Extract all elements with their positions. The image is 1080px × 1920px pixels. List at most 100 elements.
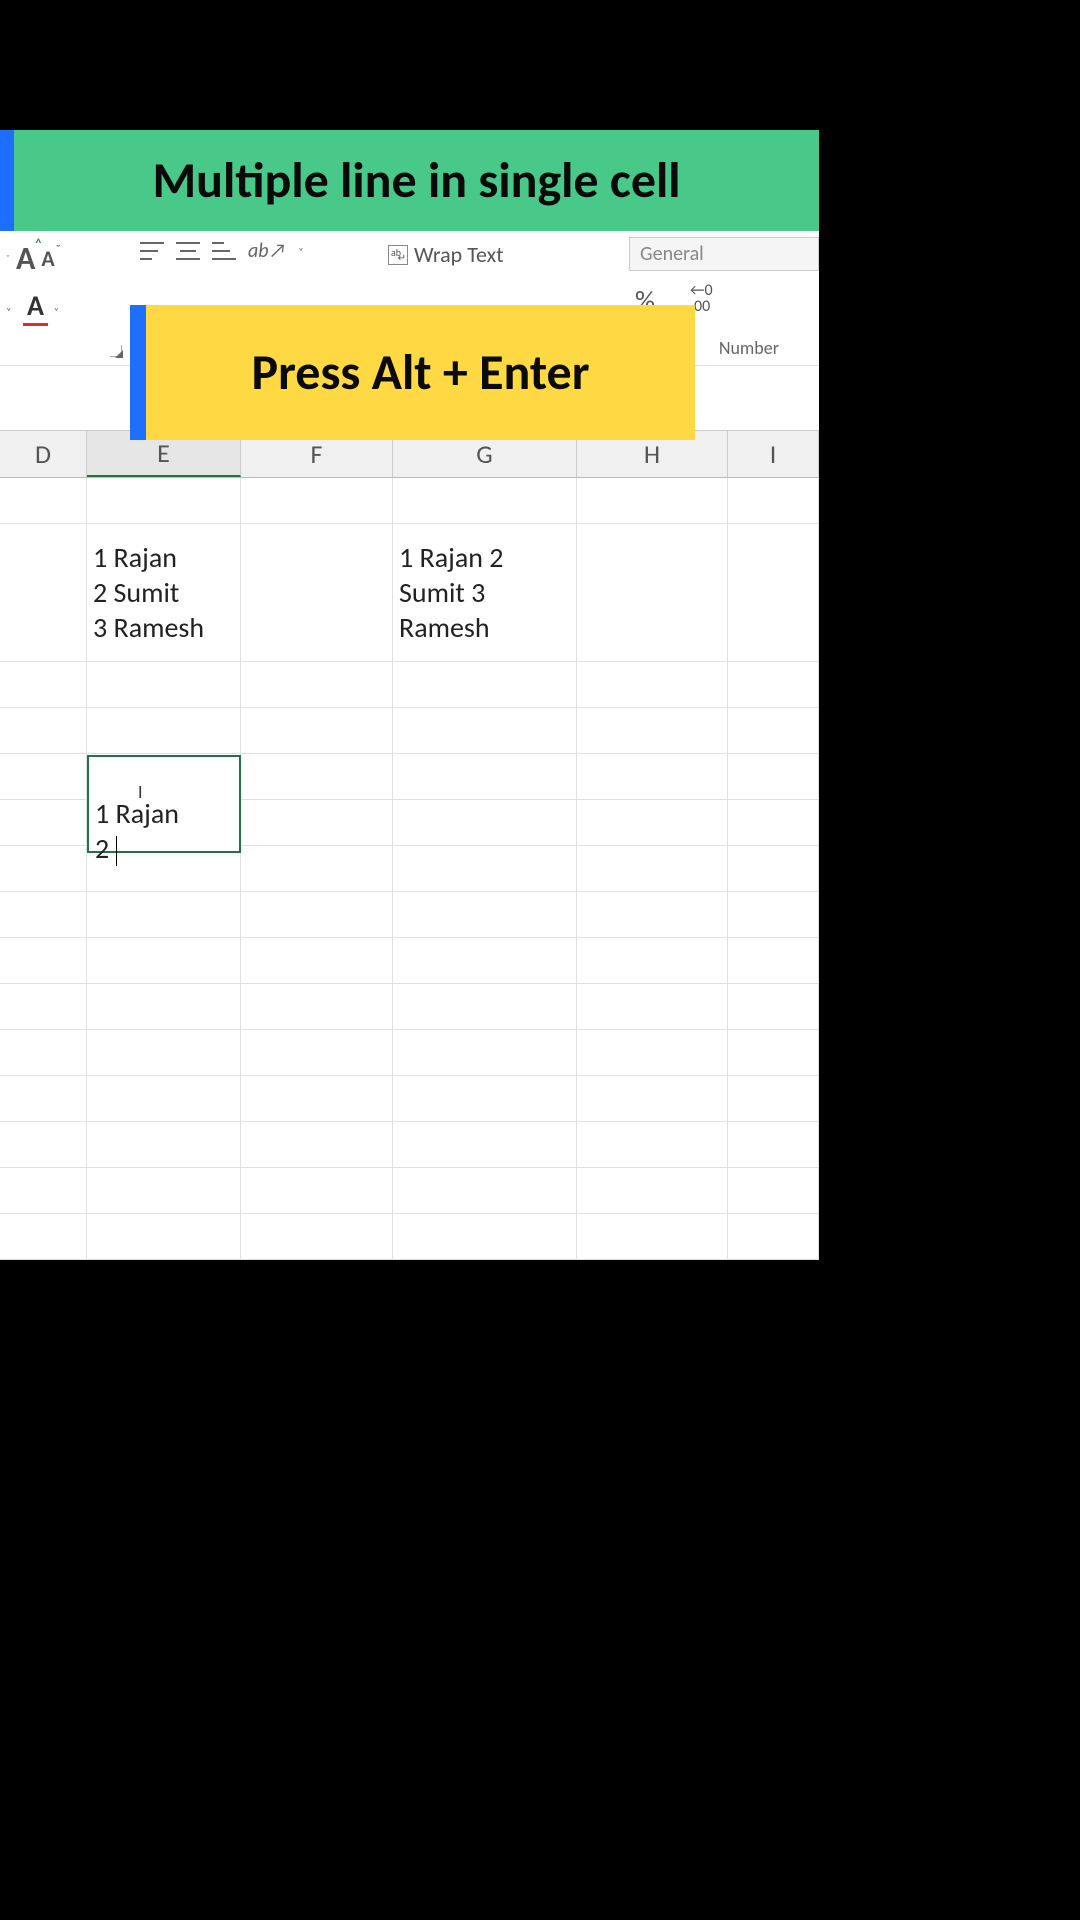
chevron-down-icon[interactable]: ˅ — [298, 245, 303, 258]
cell[interactable] — [87, 662, 241, 707]
cell[interactable] — [577, 662, 728, 707]
cell[interactable] — [241, 800, 393, 845]
cell[interactable] — [577, 892, 728, 937]
cell[interactable] — [728, 662, 819, 707]
cell[interactable] — [87, 984, 241, 1029]
cell-E1[interactable] — [87, 478, 241, 523]
cell[interactable] — [393, 846, 577, 891]
decrease-font-icon[interactable]: A — [41, 245, 54, 272]
cell[interactable] — [87, 1076, 241, 1121]
cell[interactable] — [577, 1076, 728, 1121]
cell[interactable] — [241, 1076, 393, 1121]
cell[interactable] — [0, 892, 87, 937]
cell[interactable] — [0, 1168, 87, 1213]
cell-H2[interactable] — [577, 524, 728, 661]
cell[interactable] — [241, 846, 393, 891]
cell[interactable] — [728, 1168, 819, 1213]
cell-G2[interactable]: 1 Rajan 2 Sumit 3 Ramesh — [393, 524, 577, 661]
cell[interactable] — [577, 800, 728, 845]
cell[interactable] — [728, 800, 819, 845]
cell[interactable] — [577, 1122, 728, 1167]
cell[interactable] — [87, 1168, 241, 1213]
increase-font-icon[interactable]: A — [16, 239, 35, 278]
orientation-icon[interactable]: ab↗ — [248, 239, 286, 263]
cell[interactable] — [0, 800, 87, 845]
cell[interactable] — [393, 1030, 577, 1075]
cell[interactable] — [577, 846, 728, 891]
cell[interactable] — [728, 846, 819, 891]
cell[interactable] — [241, 708, 393, 753]
cell[interactable] — [241, 1030, 393, 1075]
cell[interactable] — [241, 754, 393, 799]
cell[interactable] — [728, 1076, 819, 1121]
chevron-down-icon[interactable]: ˅ — [6, 305, 11, 318]
cell[interactable] — [393, 754, 577, 799]
cell[interactable] — [0, 984, 87, 1029]
dialog-launcher-icon[interactable] — [110, 345, 122, 357]
editing-cell[interactable]: 1 Rajan 2 — [87, 755, 241, 853]
cell[interactable] — [241, 1168, 393, 1213]
cell[interactable] — [87, 892, 241, 937]
font-color-button[interactable]: A — [23, 288, 48, 326]
align-bottom-icon[interactable] — [212, 242, 236, 260]
cell[interactable] — [0, 1076, 87, 1121]
cell[interactable] — [241, 892, 393, 937]
cell[interactable] — [393, 938, 577, 983]
cell[interactable] — [728, 708, 819, 753]
align-middle-icon[interactable] — [176, 242, 200, 260]
cell[interactable] — [577, 938, 728, 983]
cell-F2[interactable] — [241, 524, 393, 661]
cell[interactable] — [577, 708, 728, 753]
cell[interactable] — [0, 708, 87, 753]
cell[interactable] — [0, 938, 87, 983]
cell[interactable] — [728, 938, 819, 983]
cell[interactable] — [577, 1030, 728, 1075]
cell-D1[interactable] — [0, 478, 87, 523]
cell[interactable] — [87, 1030, 241, 1075]
cell[interactable] — [393, 1168, 577, 1213]
number-format-dropdown[interactable]: General — [629, 237, 819, 271]
cell[interactable] — [0, 1030, 87, 1075]
cell[interactable] — [0, 1122, 87, 1167]
cell[interactable] — [241, 1122, 393, 1167]
chevron-down-icon[interactable]: ˅ — [54, 305, 59, 318]
wrap-text-button[interactable]: Wrap Text — [380, 237, 512, 272]
column-header-D[interactable]: D — [0, 431, 87, 477]
cell[interactable] — [393, 662, 577, 707]
cell[interactable] — [393, 1214, 577, 1259]
cell[interactable] — [241, 938, 393, 983]
cell-D2[interactable] — [0, 524, 87, 661]
cell[interactable] — [0, 662, 87, 707]
cell[interactable] — [241, 1214, 393, 1259]
cell[interactable] — [87, 708, 241, 753]
cell[interactable] — [577, 1168, 728, 1213]
cell[interactable] — [728, 892, 819, 937]
cell[interactable] — [577, 754, 728, 799]
cell[interactable] — [393, 1122, 577, 1167]
cell[interactable] — [241, 984, 393, 1029]
cell-I2[interactable] — [728, 524, 819, 661]
align-top-icon[interactable] — [140, 242, 164, 260]
column-header-I[interactable]: I — [728, 431, 819, 477]
cell[interactable] — [0, 754, 87, 799]
cell[interactable] — [393, 1076, 577, 1121]
cell[interactable] — [728, 1122, 819, 1167]
cell[interactable] — [393, 708, 577, 753]
cell-H1[interactable] — [577, 478, 728, 523]
cell[interactable] — [87, 1122, 241, 1167]
cell-E2[interactable]: 1 Rajan 2 Sumit 3 Ramesh — [87, 524, 241, 661]
cell[interactable] — [728, 1030, 819, 1075]
cell[interactable] — [393, 800, 577, 845]
cell-F1[interactable] — [241, 478, 393, 523]
cell[interactable] — [0, 846, 87, 891]
cell[interactable] — [0, 1214, 87, 1259]
cell-G1[interactable] — [393, 478, 577, 523]
cell[interactable] — [87, 938, 241, 983]
cell-I1[interactable] — [728, 478, 819, 523]
cell[interactable] — [728, 754, 819, 799]
cell[interactable] — [87, 1214, 241, 1259]
cell[interactable] — [577, 1214, 728, 1259]
cell[interactable] — [577, 984, 728, 1029]
cell[interactable] — [728, 984, 819, 1029]
chevron-down-icon[interactable]: ˇ — [6, 252, 10, 265]
